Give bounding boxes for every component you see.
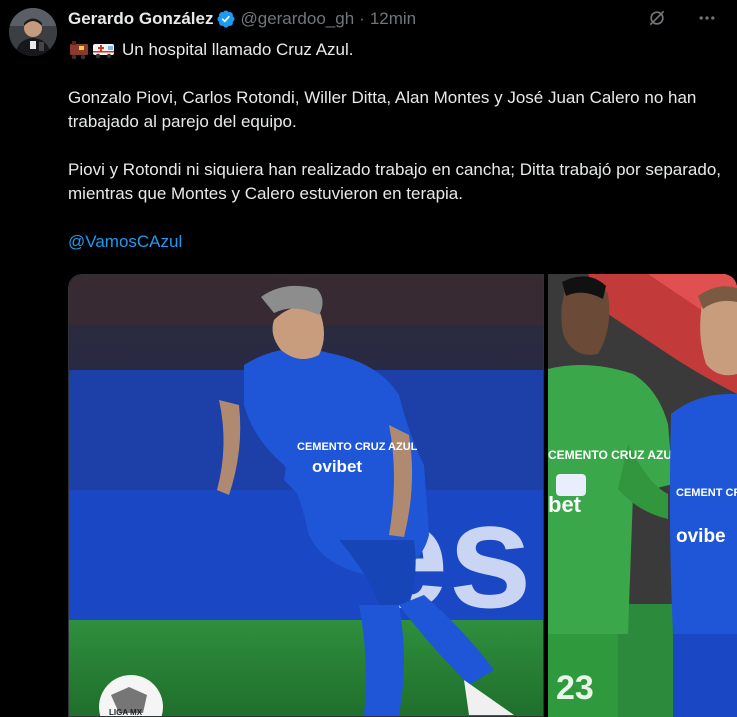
tweet-paragraph-1: Gonzalo Piovi, Carlos Rotondi, Willer Di… <box>68 88 697 131</box>
more-icon[interactable] <box>697 8 717 28</box>
player-photo-2: 23 CEMENTO CRUZ AZUL bet CEMENT CRUZ AZ … <box>548 274 737 717</box>
author-name[interactable]: Gerardo González <box>68 9 213 29</box>
train-emoji <box>70 41 88 60</box>
goalkeeper-number: 23 <box>556 669 594 707</box>
player-photo-1: es CEMENTO CRUZ AZUL ovibet LIGA MX <box>69 275 543 717</box>
avatar-image <box>9 8 57 56</box>
goalkeeper-jersey-text: CEMENTO CRUZ AZUL <box>548 448 679 462</box>
tweet-media: es CEMENTO CRUZ AZUL ovibet LIGA MX 23 C… <box>68 274 737 717</box>
photo-2[interactable]: 23 CEMENTO CRUZ AZUL bet CEMENT CRUZ AZ … <box>548 274 737 717</box>
header-actions <box>647 8 717 28</box>
tweet-text: Un hospital llamado Cruz Azul. Gonzalo P… <box>68 38 728 254</box>
tweet-header: Gerardo González @gerardoo_gh · 12min <box>68 8 416 30</box>
ball-text: LIGA MX <box>109 708 143 717</box>
jersey-sponsor-1: ovibet <box>312 457 362 476</box>
verified-badge-icon <box>217 10 236 28</box>
tweet-line-1: Un hospital llamado Cruz Azul. <box>122 40 354 59</box>
jersey-text-1: CEMENTO CRUZ AZUL <box>297 441 418 453</box>
grok-icon[interactable] <box>647 8 667 28</box>
jersey-sponsor-2: ovibe <box>676 526 726 547</box>
mention-link[interactable]: @VamosCAzul <box>68 232 182 251</box>
separator-dot: · <box>359 9 365 28</box>
ambulance-emoji <box>93 44 114 59</box>
timestamp[interactable]: 12min <box>370 9 416 29</box>
avatar[interactable] <box>9 8 57 56</box>
photo-1[interactable]: es CEMENTO CRUZ AZUL ovibet LIGA MX <box>68 274 544 717</box>
jersey-text-2: CEMENT CRUZ AZ <box>676 487 737 499</box>
tweet[interactable]: Gerardo González @gerardoo_gh · 12min Un… <box>0 0 737 717</box>
tweet-paragraph-2: Piovi y Rotondi ni siquiera han realizad… <box>68 160 722 203</box>
author-handle[interactable]: @gerardoo_gh <box>240 9 354 29</box>
